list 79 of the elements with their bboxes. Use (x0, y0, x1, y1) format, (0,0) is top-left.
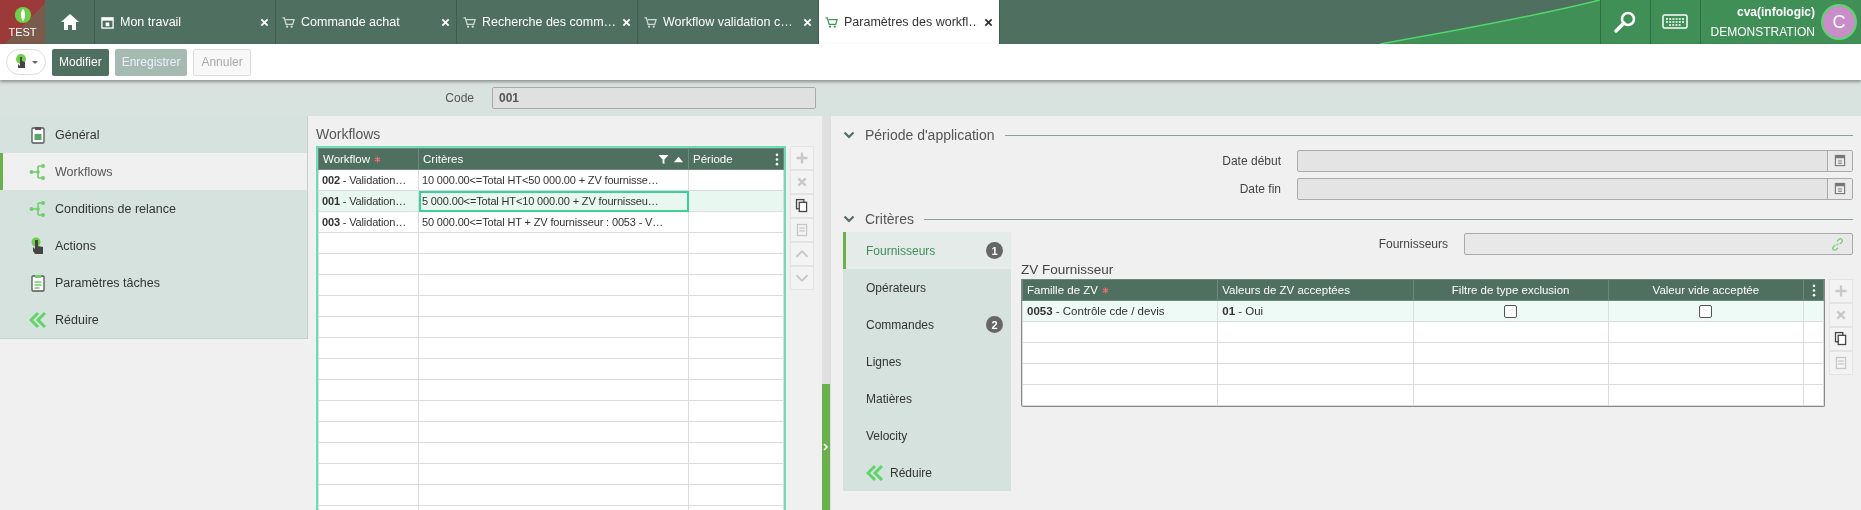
count-badge: 1 (986, 242, 1003, 259)
environment-label: TEST (8, 26, 37, 38)
double-chevron-icon (866, 463, 884, 482)
keyboard-icon (1662, 13, 1689, 31)
calendar-icon (101, 15, 114, 29)
cart-icon (644, 15, 657, 29)
supplier-field[interactable] (1464, 233, 1853, 255)
table-cell: 0053 - Contrôle cde / devis (1027, 305, 1165, 317)
table-cell: 001 - Validation… (322, 195, 407, 207)
checkbox[interactable] (1504, 304, 1518, 318)
grid-title: ZV Fournisseur (1021, 262, 1115, 277)
copy-icon[interactable] (1829, 327, 1853, 351)
double-chevron-icon (29, 310, 47, 329)
pointer-icon (13, 53, 39, 71)
date-field[interactable] (1297, 150, 1853, 172)
count-badge: 2 (986, 316, 1003, 333)
column-menu-icon[interactable] (775, 152, 779, 166)
column-header[interactable]: Critères (418, 148, 689, 170)
cart-icon (282, 15, 295, 29)
clipboard-icon (29, 273, 47, 292)
table-cell: 002 - Validation… (322, 174, 407, 186)
copy-icon[interactable] (790, 194, 814, 218)
collapse-button[interactable]: Réduire (843, 454, 1011, 491)
code-field[interactable]: 001 (492, 87, 816, 109)
flow-icon (29, 199, 47, 218)
cart-icon (825, 15, 838, 29)
filter-icon[interactable] (658, 153, 669, 165)
sidebar-item[interactable]: Actions (0, 227, 307, 264)
user-name: cva(infologic) (1737, 5, 1815, 19)
field-label: Date début (1221, 154, 1282, 168)
section-title: Critères (865, 211, 914, 227)
column-header[interactable]: Valeurs de ZV acceptées (1217, 279, 1413, 301)
column-menu-icon[interactable] (1811, 283, 1816, 297)
pointer-menu-button[interactable] (6, 49, 46, 75)
chevron-icon[interactable] (843, 131, 855, 139)
cart-icon (463, 15, 476, 29)
column-header[interactable]: Période (688, 148, 784, 170)
close-icon[interactable] (984, 17, 993, 27)
criteria-tab[interactable]: Commandes 2 (843, 306, 1011, 343)
required-icon (374, 155, 382, 163)
table-cell: 50 000.00<=Total HT + ZV fournisseur : 0053 - V… (422, 216, 664, 228)
criteria-tab[interactable]: Velocity (843, 417, 1011, 454)
criteria-tab[interactable]: Matières (843, 380, 1011, 417)
tab[interactable]: Paramètres des workfl… (819, 0, 1000, 44)
table-cell: 5 000.00<=Total HT<10 000.00 + ZV fournisseu… (422, 195, 659, 207)
chevron-icon[interactable] (843, 215, 855, 223)
sidebar-item[interactable]: Paramètres tâches (0, 264, 307, 301)
criteria-tab[interactable]: Lignes (843, 343, 1011, 380)
date-field[interactable] (1297, 178, 1853, 200)
splitter-handle[interactable] (822, 384, 830, 510)
panel-title: Workflows (316, 126, 382, 142)
collapse-button[interactable]: Réduire (0, 301, 307, 338)
table-cell: 01 - Oui (1222, 305, 1264, 317)
column-header[interactable]: Valeur vide acceptée (1608, 279, 1804, 301)
table-cell: 10 000.00<=Total HT<50 000.00 + ZV fournisse… (422, 174, 659, 186)
sidebar-item[interactable]: Workflows (0, 153, 307, 190)
column-header[interactable]: Filtre de type exclusion (1413, 279, 1609, 301)
required-icon (1101, 286, 1109, 294)
company-name: DEMONSTRATION (1710, 25, 1815, 39)
sidebar-item[interactable]: Général (0, 116, 307, 153)
column-header[interactable]: Workflow (318, 148, 419, 170)
table-cell: 003 - Validation… (322, 216, 407, 228)
environment-badge[interactable]: TEST (0, 0, 45, 44)
section-title: Période d'application (865, 127, 995, 143)
logo-icon (13, 6, 32, 24)
action-button[interactable]: Modifier (52, 48, 109, 76)
criteria-tab[interactable]: Fournisseurs 1 (843, 232, 1011, 269)
checkbox[interactable] (1699, 304, 1713, 318)
sidebar-item[interactable]: Conditions de relance (0, 190, 307, 227)
calendar-icon[interactable] (1827, 151, 1852, 171)
field-label: Code (444, 91, 474, 105)
field-label: Fournisseurs (1377, 237, 1449, 251)
document-icon (29, 125, 47, 144)
home-icon (59, 12, 80, 32)
field-label: Date fin (1238, 182, 1282, 196)
flow-icon (29, 162, 47, 181)
column-header[interactable]: Famille de ZV (1022, 279, 1218, 301)
calendar-icon[interactable] (1827, 179, 1852, 199)
criteria-tab[interactable]: Opérateurs (843, 269, 1011, 306)
